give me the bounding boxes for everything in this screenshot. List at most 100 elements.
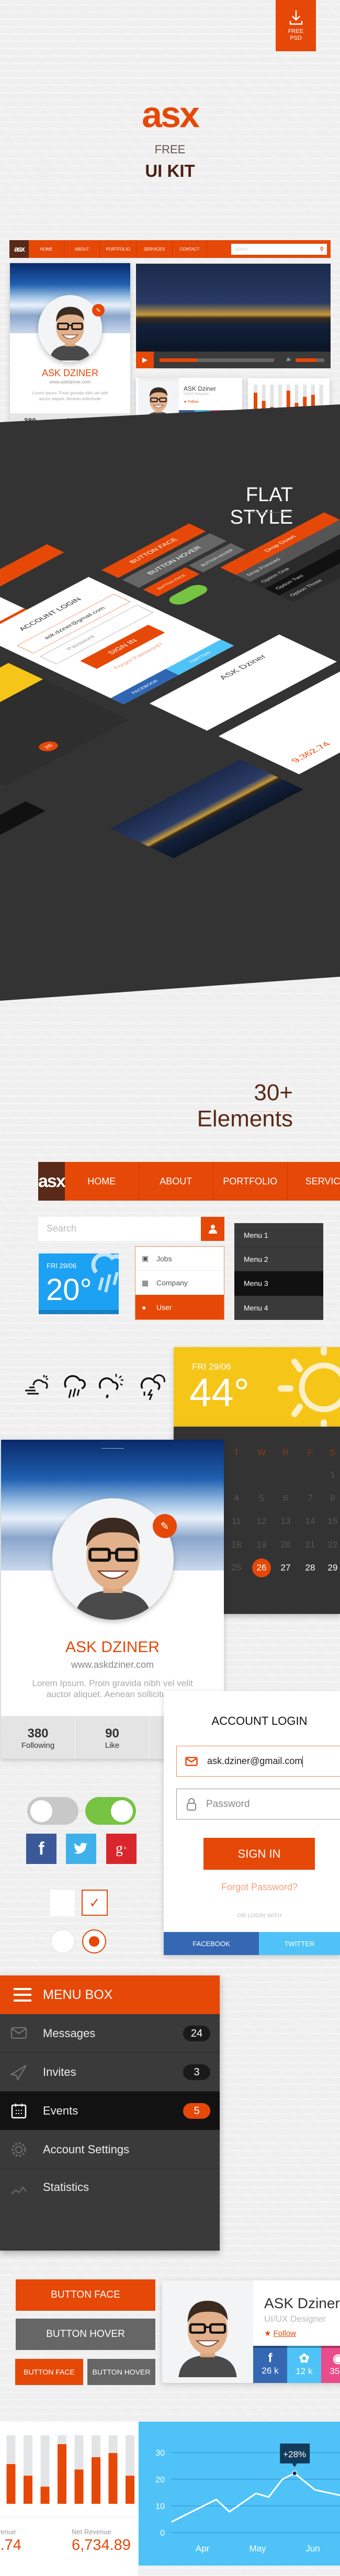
calendar-day[interactable]: 21	[301, 1535, 320, 1554]
weather-temp: 20°	[46, 1273, 92, 1307]
radio-checked[interactable]	[82, 1929, 106, 1953]
twitter-icon[interactable]	[66, 1834, 96, 1864]
nav-portfolio[interactable]: PORTFOLIO	[213, 1162, 288, 1201]
calendar-day[interactable]: 6	[276, 1489, 295, 1508]
highlight-point	[291, 2470, 298, 2477]
button-hover-small[interactable]: BUTTON HOVER	[87, 2359, 155, 2385]
menu-box-title: MENU BOX	[43, 1987, 113, 2002]
checkbox-unchecked[interactable]	[50, 1890, 75, 1916]
calendar-day[interactable]: 15	[323, 1512, 340, 1531]
dropdown-item-company[interactable]: ▦ Company	[135, 1271, 224, 1295]
menu-box-item[interactable]: Invites 3	[0, 2053, 220, 2092]
twitter-login-button[interactable]: TWITTER	[259, 1932, 340, 1955]
follow-link[interactable]: ★ Follow	[264, 2329, 296, 2338]
user-search-button[interactable]	[201, 1217, 224, 1241]
toggle-off[interactable]	[27, 1797, 78, 1825]
menu-item-2[interactable]: Menu 2	[234, 1247, 323, 1271]
nav-services[interactable]: SERVICES	[137, 240, 173, 258]
dropdown-item-jobs[interactable]: ▣ Jobs	[135, 1247, 224, 1271]
calendar-day[interactable]: 14	[301, 1512, 320, 1531]
volume-slider[interactable]	[296, 358, 324, 362]
progress-bar[interactable]	[160, 358, 274, 362]
volume-icon[interactable]: 🔈	[286, 356, 292, 362]
play-button[interactable]: ▶	[136, 352, 154, 368]
calendar-day[interactable]: 7	[301, 1489, 320, 1508]
nav-portfolio[interactable]: PORTFOLIO	[100, 240, 137, 258]
calendar-day[interactable]: 4	[227, 1489, 246, 1508]
profile-url[interactable]: www.askdziner.com	[10, 379, 130, 385]
menu-box-item[interactable]: Messages 24	[0, 2014, 220, 2053]
profile-bio-line2: auctor aliquet. Aenean sollicitudin	[39, 397, 101, 401]
calendar-day[interactable]: 13	[276, 1512, 295, 1531]
email-field[interactable]: ask.dziner@gmail.com	[176, 1746, 340, 1777]
nav-services[interactable]: SERVICES	[288, 1162, 340, 1201]
stat-like[interactable]: 90 Like	[75, 1716, 150, 1759]
calendar-day[interactable]: 11	[227, 1512, 246, 1531]
calendar-day[interactable]: 20	[276, 1535, 295, 1554]
button-face-small[interactable]: BUTTON FACE	[15, 2359, 83, 2385]
paper-plane-icon	[10, 2064, 27, 2081]
calendar-day-selected[interactable]: 26	[252, 1558, 271, 1577]
cloud-rain-icon	[91, 1253, 119, 1293]
dribbble-button[interactable]: ◉35 k	[321, 2346, 340, 2383]
calendar-day[interactable]: 29	[323, 1558, 340, 1577]
nav-logo[interactable]: asx	[9, 240, 29, 258]
nav-logo[interactable]: asx	[38, 1162, 66, 1201]
nav-about[interactable]: ABOUT	[64, 240, 100, 258]
radio-unchecked[interactable]	[51, 1929, 75, 1953]
wind-cloud-sun-icon	[25, 1375, 48, 1395]
profile-url[interactable]: www.askdziner.com	[1, 1659, 224, 1670]
facebook-button[interactable]: f 26 k	[253, 2346, 287, 2383]
y-tick-label: 10	[155, 2502, 165, 2511]
y-tick-label: 20	[155, 2476, 165, 2484]
search-icon[interactable]: ⚲	[320, 246, 324, 252]
stat-following[interactable]: 380 Following	[1, 1716, 75, 1759]
calendar-day[interactable]: 25	[227, 1558, 246, 1577]
button-face[interactable]: BUTTON FACE	[16, 2279, 155, 2311]
nav-home[interactable]: HOME	[29, 240, 64, 258]
nav-about[interactable]: ABOUT	[139, 1162, 213, 1201]
menu-box-item[interactable]: Account Settings	[0, 2130, 220, 2169]
facebook-icon[interactable]: f	[26, 1834, 56, 1864]
drag-handle[interactable]	[101, 1448, 124, 1449]
calendar-day[interactable]: 8	[323, 1489, 340, 1508]
password-field[interactable]: Password	[176, 1789, 340, 1820]
video-player[interactable]: ▶ 🔈	[136, 264, 331, 368]
calendar-day[interactable]: 18	[227, 1535, 246, 1554]
nav-home[interactable]: HOME	[65, 1162, 139, 1201]
menu-box-header: MENU BOX	[0, 1975, 220, 2014]
stat-label: Following	[21, 1741, 55, 1750]
menu-item-1[interactable]: Menu 1	[234, 1223, 323, 1247]
google-plus-icon[interactable]: g +	[106, 1834, 137, 1864]
menu-box-item[interactable]: Events 5	[0, 2092, 220, 2130]
menu-item-3[interactable]: Menu 3	[234, 1271, 323, 1296]
forgot-password-link[interactable]: Forgot Password?	[164, 1882, 340, 1893]
calendar-day[interactable]: 28	[301, 1558, 320, 1577]
calendar-day[interactable]: 27	[276, 1558, 295, 1577]
calendar-day[interactable]: 12	[252, 1512, 271, 1531]
button-hover[interactable]: BUTTON HOVER	[16, 2319, 155, 2350]
edit-icon[interactable]: ✎	[153, 1514, 177, 1538]
hamburger-icon[interactable]	[14, 1987, 31, 2002]
nav-contact[interactable]: CONTACT	[173, 240, 207, 258]
facebook-login-button[interactable]: FACEBOOK	[164, 1932, 259, 1955]
download-psd-button[interactable]: FREE PSD	[276, 0, 316, 51]
dropdown-item-user[interactable]: ● User	[135, 1295, 224, 1319]
checkbox-checked[interactable]: ✓	[82, 1890, 108, 1916]
toggle-on[interactable]	[85, 1797, 136, 1825]
sign-in-button[interactable]: SIGN IN	[203, 1838, 315, 1870]
or-login-with: OR LOGIN WITH	[237, 1913, 282, 1919]
menu-item-4[interactable]: Menu 4	[234, 1296, 323, 1320]
edit-icon[interactable]: ✎	[92, 304, 105, 317]
calendar-day[interactable]: 5	[252, 1489, 271, 1508]
calendar-day[interactable]: 19	[252, 1535, 271, 1554]
lock-icon	[187, 1798, 196, 1811]
follow-link[interactable]: ★ Follow	[184, 400, 198, 404]
calendar-day[interactable]: 1	[323, 1465, 340, 1484]
search-input[interactable]: Search	[38, 1217, 201, 1241]
twitter-button[interactable]: ✿ 12 k	[287, 2346, 321, 2383]
menu-box-item[interactable]: Statistics	[0, 2169, 220, 2250]
calendar-day[interactable]: 22	[323, 1535, 340, 1554]
envelope-icon	[11, 2027, 27, 2039]
search-input[interactable]: Search ⚲	[231, 244, 327, 255]
